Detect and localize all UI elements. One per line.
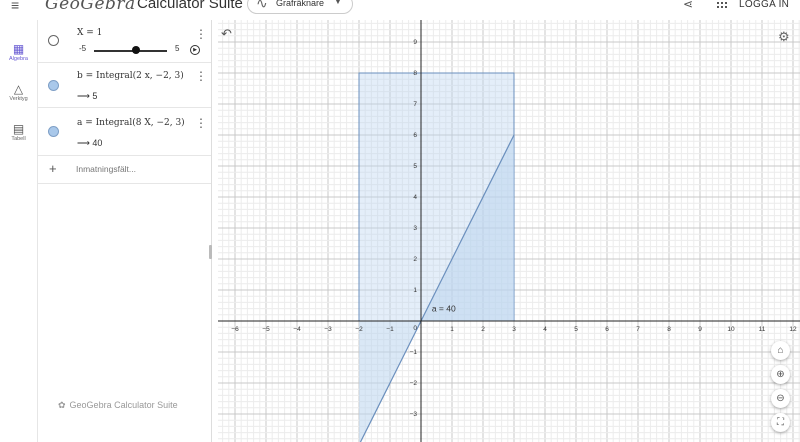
y-tick-label: −1 [410,349,418,356]
play-icon[interactable]: ▶ [190,45,200,55]
origin-label: 0 [413,325,417,332]
tab-algebra-label: Algebra [9,56,28,62]
expression-text[interactable]: a = Integral(8 X, −2, 3) [77,118,185,128]
expression-text[interactable]: X = 1 [77,28,102,38]
algebra-row-a[interactable]: a = Integral(8 X, −2, 3) ⋮ ⟶ 40 [38,108,211,156]
home-icon[interactable]: ⌂ [771,341,790,360]
x-tick-label: 12 [789,326,797,333]
slider-max: 5 [175,44,180,53]
visibility-toggle[interactable] [48,80,59,91]
x-tick-label: 4 [543,326,547,333]
more-options-icon[interactable]: ⋮ [195,117,207,129]
footer-brand-text: GeoGebra Calculator Suite [69,400,178,410]
undo-icon[interactable]: ↶ [221,26,232,42]
chevron-down-icon: ▼ [334,0,342,6]
x-tick-label: 5 [574,326,578,333]
y-tick-label: 3 [413,225,417,232]
tab-tools[interactable]: △ Verktyg [0,82,37,102]
x-tick-label: −1 [386,326,394,333]
tab-tools-label: Verktyg [9,96,28,102]
suite-title: Calculator Suite [137,0,243,12]
y-tick-label: 8 [413,70,417,77]
y-tick-label: 4 [413,194,417,201]
input-field[interactable]: Inmatningsfält... [76,164,136,174]
login-button[interactable]: LOGGA IN [739,0,789,10]
x-tick-label: 1 [450,326,454,333]
slider-thumb[interactable] [132,46,140,54]
table-icon: ▤ [12,122,25,136]
app-selector-label: Grafräknare [276,0,325,8]
expression-result: ⟶ 40 [77,138,103,148]
y-tick-label: 6 [413,132,417,139]
gear-icon[interactable]: ⚙ [778,29,790,45]
app-selector-dropdown[interactable]: ∿ Grafräknare ▼ [247,0,353,14]
x-tick-label: −3 [324,326,332,333]
geogebra-logo[interactable]: GeoGebra [45,0,136,14]
y-tick-label: 7 [413,101,417,108]
zoom-in-icon[interactable]: ⊕ [771,365,790,384]
x-tick-label: −2 [355,326,363,333]
x-tick-label: −4 [293,326,301,333]
x-tick-label: −6 [231,326,239,333]
visibility-toggle[interactable] [48,35,59,46]
x-tick-label: −5 [262,326,270,333]
graph-icon: ∿ [256,0,268,11]
x-tick-label: 9 [698,326,702,333]
expression-text[interactable]: b = Integral(2 x, −2, 3) [77,71,184,81]
algebra-row-slider[interactable]: X = 1 ⋮ -5 5 ▶ [38,20,211,63]
x-tick-label: 2 [481,326,485,333]
slider-min: -5 [79,44,87,53]
algebra-row-b[interactable]: b = Integral(2 x, −2, 3) ⋮ ⟶ 5 [38,63,211,108]
y-tick-label: −3 [410,411,418,418]
graphics-view[interactable]: −6 −5 −4 −3 −2 −1 1 2 3 4 5 6 7 8 9 10 11 12 9 8 7 6 5 4 3 2 1 −1 −2… [218,20,800,442]
more-options-icon[interactable]: ⋮ [195,70,207,82]
y-tick-label: 2 [413,256,417,263]
footer-brand: ✿ GeoGebra Calculator Suite [58,400,178,411]
visibility-toggle[interactable] [48,126,59,137]
x-tick-label: 8 [667,326,671,333]
tools-icon: △ [13,82,24,96]
input-row[interactable]: + Inmatningsfält... [38,156,211,184]
x-tick-label: 11 [759,326,766,333]
more-options-icon[interactable]: ⋮ [195,28,207,40]
x-tick-label: 3 [512,326,516,333]
hamburger-menu-icon[interactable]: ≡ [11,0,19,12]
plus-icon[interactable]: + [49,161,57,176]
left-toolbar: ▦ Algebra △ Verktyg ▤ Tabell [0,20,38,442]
y-tick-label: 5 [413,163,417,170]
algebra-panel: X = 1 ⋮ -5 5 ▶ b = Integral(2 x, −2, 3) … [38,20,212,442]
y-tick-label: 9 [413,39,417,46]
apps-grid-icon[interactable] [717,0,728,9]
expression-result: ⟶ 5 [77,91,98,101]
x-tick-label: 6 [605,326,609,333]
y-tick-label: 1 [413,287,417,294]
calculator-icon: ▦ [12,42,25,56]
tab-table[interactable]: ▤ Tabell [0,122,37,142]
integral-label: a = 40 [432,304,456,314]
graph-canvas[interactable]: −6 −5 −4 −3 −2 −1 1 2 3 4 5 6 7 8 9 10 11 12987654321−1−2… [218,20,800,442]
geogebra-flower-icon: ✿ [58,400,66,410]
tab-algebra[interactable]: ▦ Algebra [0,42,37,62]
y-tick-label: −2 [410,380,418,387]
zoom-out-icon[interactable]: ⊖ [771,389,790,408]
share-icon[interactable]: ⋖ [683,0,693,11]
panel-resize-handle[interactable] [209,245,212,259]
top-bar: ≡ GeoGebra Calculator Suite ∿ Grafräknar… [0,0,800,20]
x-tick-label: 10 [727,326,735,333]
fullscreen-icon[interactable]: ⛶ [771,413,790,432]
x-tick-label: 7 [636,326,640,333]
slider-track[interactable] [94,50,167,52]
tab-table-label: Tabell [11,136,26,142]
